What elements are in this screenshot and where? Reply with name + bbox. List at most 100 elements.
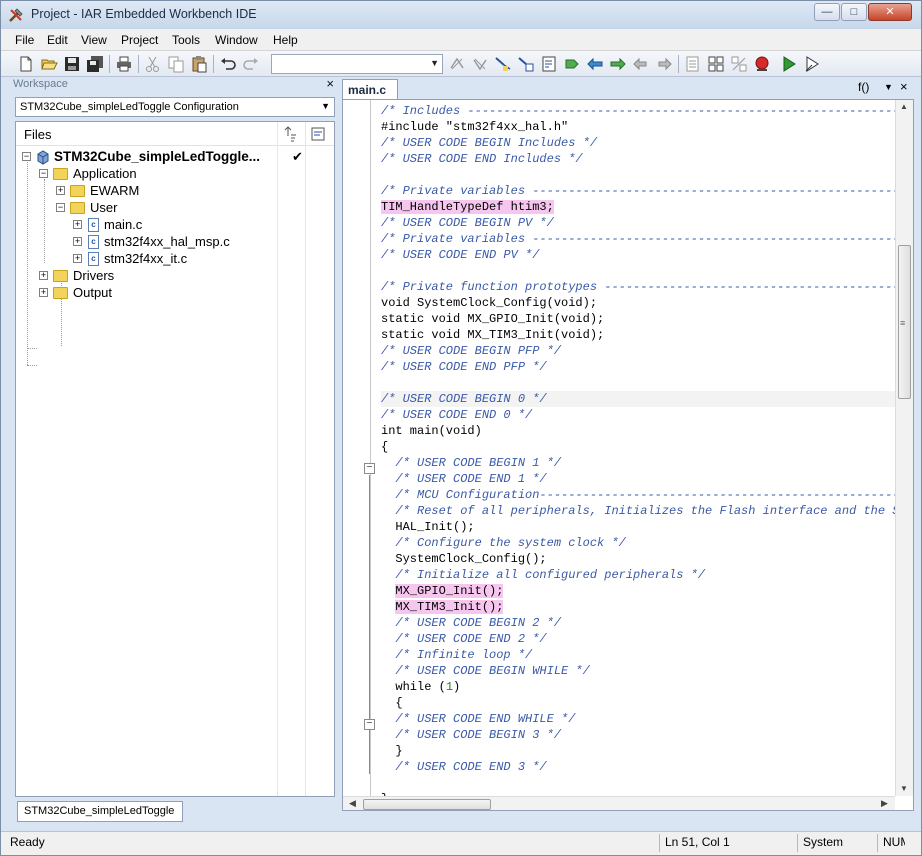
next-bookmark-icon[interactable] [609,55,627,73]
expand-icon[interactable]: + [73,254,82,263]
download-debug-icon[interactable] [780,55,798,73]
collapse-icon[interactable]: − [56,203,65,212]
cut-icon[interactable] [144,55,162,73]
code-line[interactable]: while (1) [381,679,460,695]
code-line[interactable]: static void MX_GPIO_Init(void); [381,311,604,327]
code-line[interactable]: MX_GPIO_Init(); [381,583,504,599]
code-line[interactable]: /* USER CODE BEGIN Includes */ [381,135,597,151]
tree-item-user[interactable]: − User [54,200,254,217]
open-folder-icon[interactable] [40,55,58,73]
options-icon[interactable] [310,126,326,142]
print-icon[interactable] [115,55,133,73]
code-line[interactable]: /* USER CODE END 0 */ [381,407,532,423]
find-previous-icon[interactable] [448,55,466,73]
collapse-icon[interactable]: − [39,169,48,178]
function-selector[interactable]: f() [858,80,869,94]
sort-icon[interactable] [282,126,298,142]
find-next-icon[interactable] [471,55,489,73]
close-icon[interactable]: × [900,79,908,94]
code-line[interactable]: SystemClock_Config(); [381,551,546,567]
editor-tab-main-c[interactable]: main.c * [342,79,398,111]
menu-file[interactable]: File [15,33,34,47]
code-line[interactable]: /* USER CODE END 1 */ [381,471,546,487]
save-icon[interactable] [63,55,81,73]
menu-window[interactable]: Window [215,33,258,47]
scroll-right-icon[interactable]: ▶ [881,798,888,809]
fold-collapse-icon[interactable]: − [364,463,375,474]
stop-build-icon[interactable] [730,55,748,73]
save-all-icon[interactable] [86,55,104,73]
menu-project[interactable]: Project [121,33,158,47]
code-line[interactable]: /* USER CODE BEGIN 2 */ [381,615,561,631]
code-line[interactable]: /* Includes ----------------------------… [381,103,895,119]
code-line[interactable]: #include "stm32f4xx_hal.h" [381,119,568,135]
replace-icon[interactable] [517,55,535,73]
expand-icon[interactable]: + [39,288,48,297]
code-line[interactable]: /* Private function prototypes ---------… [381,279,895,295]
expand-icon[interactable]: + [73,237,82,246]
undo-icon[interactable] [219,55,237,73]
code-line[interactable]: { [381,695,402,711]
code-line[interactable]: /* USER CODE BEGIN PFP */ [381,343,561,359]
code-editor[interactable]: − − /* Includes ------------------------… [342,99,914,811]
goto-icon[interactable] [540,55,558,73]
navigate-forward-icon[interactable] [655,55,673,73]
code-line[interactable]: /* Initialize all configured peripherals… [381,567,705,583]
configuration-select[interactable]: STM32Cube_simpleLedToggle Configuration … [15,97,335,117]
navigate-back-icon[interactable] [632,55,650,73]
code-line[interactable]: /* Infinite loop */ [381,647,532,663]
redo-icon[interactable] [242,55,260,73]
code-line[interactable]: /* USER CODE END 2 */ [381,631,546,647]
chevron-down-icon[interactable]: ▼ [884,82,893,92]
close-icon[interactable]: × [326,76,334,91]
tree-item-it-c[interactable]: + c stm32f4xx_it.c [71,251,271,268]
scroll-up-icon[interactable]: ▲ [900,102,908,111]
find-in-files-icon[interactable] [494,55,512,73]
code-line[interactable]: /* USER CODE END PFP */ [381,359,547,375]
code-line[interactable]: } [381,743,402,759]
compile-icon[interactable] [684,55,702,73]
code-line[interactable]: /* USER CODE BEGIN PV */ [381,215,554,231]
code-line[interactable]: TIM_HandleTypeDef htim3; [381,199,554,215]
code-line[interactable]: /* USER CODE BEGIN 1 */ [381,455,561,471]
toggle-breakpoint-icon[interactable] [753,55,771,73]
copy-icon[interactable] [167,55,185,73]
maximize-button[interactable]: □ [841,3,867,21]
make-icon[interactable] [707,55,725,73]
vertical-scrollbar[interactable]: ▲ ≡ ▼ [895,100,913,796]
code-line[interactable]: { [381,439,388,455]
code-line[interactable]: /* USER CODE BEGIN WHILE */ [381,663,589,679]
tree-item-hal-msp-c[interactable]: + c stm32f4xx_hal_msp.c [71,234,291,251]
minimize-button[interactable]: — [814,3,840,21]
menu-edit[interactable]: Edit [47,33,68,47]
expand-icon[interactable]: + [73,220,82,229]
code-line[interactable]: void SystemClock_Config(void); [381,295,597,311]
tree-item-application[interactable]: − Application [37,166,237,183]
tree-item-output[interactable]: + Output [37,285,237,302]
tree-item-main-c[interactable]: + c main.c [71,217,271,234]
fold-collapse-icon[interactable]: − [364,719,375,730]
horizontal-scrollbar[interactable]: ◀ ▶ [343,796,895,810]
code-line[interactable]: static void MX_TIM3_Init(void); [381,327,604,343]
expand-icon[interactable]: + [56,186,65,195]
prev-bookmark-icon[interactable] [586,55,604,73]
tree-item-ewarm[interactable]: + EWARM [54,183,254,200]
scroll-down-icon[interactable]: ▼ [900,784,908,793]
close-window-button[interactable]: ✕ [868,3,912,21]
scroll-left-icon[interactable]: ◀ [349,798,356,809]
code-line[interactable]: MX_TIM3_Init(); [381,599,504,615]
tree-item-drivers[interactable]: + Drivers [37,268,237,285]
code-line[interactable]: /* MCU Configuration--------------------… [381,487,895,503]
code-line[interactable]: /* USER CODE BEGIN 3 */ [381,727,561,743]
scroll-thumb[interactable] [363,799,491,810]
new-file-icon[interactable] [17,55,35,73]
tree-item-project[interactable]: − STM32Cube_simpleLedToggle... ✔ [20,149,332,166]
debug-without-download-icon[interactable] [803,55,821,73]
expand-icon[interactable]: + [39,271,48,280]
code-line[interactable]: /* Reset of all peripherals, Initializes… [381,503,895,519]
code-line[interactable]: /* USER CODE END PV */ [381,247,539,263]
code-line[interactable]: /* USER CODE BEGIN 0 */ [381,391,547,407]
paste-icon[interactable] [190,55,208,73]
toggle-bookmark-icon[interactable] [563,55,581,73]
menu-view[interactable]: View [81,33,107,47]
